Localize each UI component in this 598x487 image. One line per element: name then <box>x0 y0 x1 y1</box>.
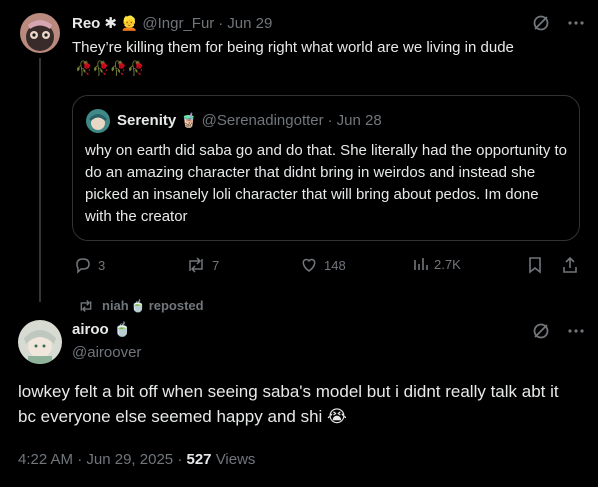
like-action[interactable]: 148 <box>300 256 346 274</box>
views-chart-icon <box>414 258 428 270</box>
bookmark-action[interactable] <box>527 256 543 274</box>
matcha-emoji-icon: 🍵 <box>113 321 132 337</box>
thread-connector-line <box>39 58 41 302</box>
reposted-label: reposted <box>148 298 204 313</box>
reo-avatar[interactable] <box>20 13 60 53</box>
tweet2-time[interactable]: 4:22 AM <box>18 451 73 468</box>
quote-handle[interactable]: @Serenadingotter <box>202 112 324 129</box>
serenity-avatar[interactable] <box>86 109 110 133</box>
tweet1-text: They’re killing them for being right wha… <box>72 38 552 79</box>
grok-icon[interactable] <box>532 322 550 340</box>
tweet1-handle[interactable]: @Ingr_Fur <box>142 15 214 32</box>
crying-face-emoji-icon: 😭 <box>327 407 347 426</box>
bubble-tea-emoji-icon: 🧋 <box>180 112 198 128</box>
tweet2-views-label: Views <box>215 451 256 468</box>
reposter-name[interactable]: niah <box>102 298 129 313</box>
tweet2-body: lowkey felt a bit off when seeing saba's… <box>18 382 559 426</box>
tweet1-body: They’re killing them for being right wha… <box>72 39 514 56</box>
tweet2-top-icons <box>532 322 584 340</box>
repost-icon <box>189 257 203 273</box>
matcha-emoji-icon: 🍵 <box>130 298 146 313</box>
like-count: 148 <box>324 257 346 273</box>
quote-dot: · <box>327 112 333 129</box>
heart-icon <box>302 258 316 272</box>
tweet2-text: lowkey felt a bit off when seeing saba's… <box>18 379 578 429</box>
repost-banner-icon <box>80 299 92 312</box>
repost-action[interactable]: 7 <box>186 256 219 274</box>
tweet2-header: airoo 🍵 <box>72 321 131 338</box>
quoted-tweet[interactable]: Serenity 🧋 @Serenadingotter · Jun 28 why… <box>72 95 580 241</box>
quote-author-name[interactable]: Serenity <box>117 112 176 129</box>
share-action[interactable] <box>561 256 579 274</box>
wilted-rose-emoji-row: 🥀🥀🥀🥀 <box>75 60 145 76</box>
tweet2-date[interactable]: Jun 29, 2025 <box>86 451 173 468</box>
quote-header: Serenity 🧋 @Serenadingotter · Jun 28 <box>117 112 382 129</box>
reply-count: 3 <box>98 257 106 273</box>
tweet2-handle[interactable]: @airoover <box>72 344 141 361</box>
person-emoji-icon: 👱 <box>120 14 139 31</box>
repost-banner: niah 🍵 reposted <box>78 298 204 313</box>
tweet2-dot: · <box>77 451 83 468</box>
tweet1-date[interactable]: Jun 29 <box>227 15 272 32</box>
tweet1-author-name[interactable]: Reo <box>72 15 100 32</box>
repost-count: 7 <box>212 257 220 273</box>
tweet2-dot2: · <box>177 451 183 468</box>
tweet2-views-count: 527 <box>186 451 212 468</box>
tweet2-metadata: 4:22 AM · Jun 29, 2025 · 527 Views <box>18 451 255 468</box>
airoo-avatar[interactable] <box>18 320 62 364</box>
share-icon <box>563 256 577 273</box>
tweet2-author-name[interactable]: airoo <box>72 321 109 338</box>
views-count: 2.7K <box>434 256 461 272</box>
more-options-icon[interactable] <box>568 21 584 25</box>
bookmark-icon <box>529 257 541 274</box>
reply-action[interactable]: 3 <box>74 256 105 274</box>
quote-date[interactable]: Jun 28 <box>337 112 382 129</box>
reply-icon <box>76 258 90 274</box>
tweet1-header: Reo ✱ 👱 @Ingr_Fur · Jun 29 <box>72 14 272 33</box>
more-options-icon[interactable] <box>568 329 584 333</box>
tweet1-dot: · <box>218 14 224 32</box>
quote-text: why on earth did saba go and do that. Sh… <box>85 142 567 225</box>
grok-icon[interactable] <box>532 14 550 32</box>
views-action[interactable]: 2.7K <box>412 256 461 272</box>
tweet1-top-icons <box>532 14 584 32</box>
tweet1-author-badge: ✱ <box>104 15 117 32</box>
